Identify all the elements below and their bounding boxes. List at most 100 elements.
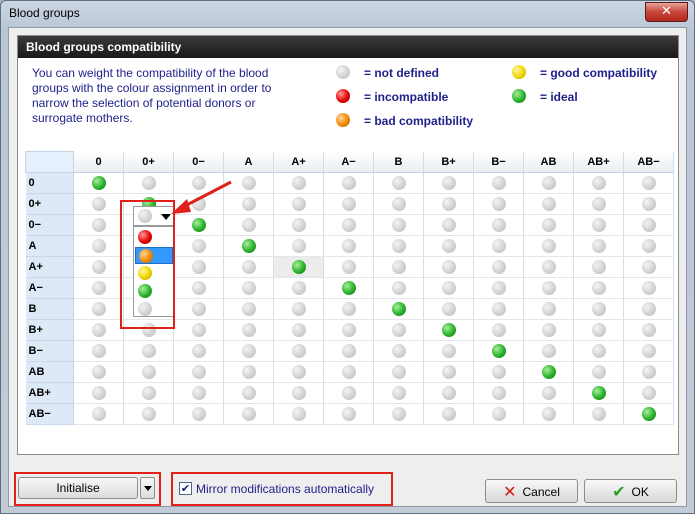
compatibility-cell[interactable] [323, 256, 374, 278]
compatibility-cell[interactable] [623, 340, 674, 362]
compatibility-cell[interactable] [223, 319, 274, 341]
compatibility-cell[interactable] [573, 298, 624, 320]
compatibility-cell[interactable] [373, 277, 424, 299]
compatibility-cell[interactable] [323, 382, 374, 404]
compatibility-cell[interactable] [73, 340, 124, 362]
initialise-dropdown-button[interactable] [140, 477, 155, 499]
compatibility-cell[interactable] [223, 403, 274, 425]
compatibility-cell[interactable] [73, 319, 124, 341]
compatibility-cell[interactable] [523, 298, 574, 320]
compatibility-cell[interactable] [423, 319, 474, 341]
compatibility-cell[interactable] [273, 214, 324, 236]
compatibility-cell[interactable] [473, 277, 524, 299]
compatibility-cell[interactable] [473, 382, 524, 404]
compatibility-cell[interactable] [423, 403, 474, 425]
compatibility-cell[interactable] [273, 319, 324, 341]
compatibility-cell[interactable] [473, 340, 524, 362]
compatibility-cell[interactable] [223, 340, 274, 362]
compatibility-cell[interactable] [173, 277, 224, 299]
compatibility-cell[interactable] [73, 277, 124, 299]
compatibility-cell[interactable] [423, 172, 474, 194]
compatibility-cell[interactable] [223, 235, 274, 257]
compatibility-cell[interactable] [573, 382, 624, 404]
compatibility-cell[interactable] [223, 256, 274, 278]
compatibility-cell[interactable] [73, 214, 124, 236]
compatibility-cell[interactable] [473, 298, 524, 320]
compatibility-cell[interactable] [423, 256, 474, 278]
compatibility-cell[interactable] [373, 382, 424, 404]
compatibility-cell[interactable] [423, 214, 474, 236]
compatibility-cell[interactable] [173, 256, 224, 278]
compatibility-cell[interactable] [273, 277, 324, 299]
compatibility-cell[interactable] [423, 298, 474, 320]
compatibility-cell[interactable] [623, 277, 674, 299]
compatibility-cell[interactable] [573, 340, 624, 362]
mirror-checkbox-row[interactable]: ✔ Mirror modifications automatically [177, 479, 391, 499]
compatibility-cell[interactable] [123, 361, 174, 383]
compatibility-cell[interactable] [323, 235, 374, 257]
compatibility-cell[interactable] [323, 361, 374, 383]
compatibility-cell[interactable] [273, 382, 324, 404]
compatibility-cell[interactable] [323, 172, 374, 194]
cancel-button[interactable]: ✕ Cancel [485, 479, 578, 503]
compatibility-cell[interactable] [223, 361, 274, 383]
compatibility-cell[interactable] [373, 298, 424, 320]
compatibility-cell[interactable] [73, 382, 124, 404]
compatibility-cell[interactable] [273, 256, 324, 278]
compatibility-cell[interactable] [373, 193, 424, 215]
compatibility-cell[interactable] [173, 235, 224, 257]
compatibility-cell[interactable] [173, 340, 224, 362]
compatibility-cell[interactable] [373, 235, 424, 257]
compatibility-cell[interactable] [573, 361, 624, 383]
compatibility-cell[interactable] [573, 214, 624, 236]
compatibility-cell[interactable] [473, 256, 524, 278]
compatibility-cell[interactable] [523, 382, 574, 404]
compatibility-cell[interactable] [323, 193, 374, 215]
compatibility-cell[interactable] [373, 340, 424, 362]
compatibility-cell[interactable] [473, 361, 524, 383]
compatibility-cell[interactable] [73, 256, 124, 278]
compatibility-cell[interactable] [573, 172, 624, 194]
compatibility-cell[interactable] [273, 235, 324, 257]
compatibility-cell[interactable] [123, 172, 174, 194]
compatibility-cell[interactable] [423, 340, 474, 362]
compatibility-cell[interactable] [573, 256, 624, 278]
compatibility-cell[interactable] [73, 298, 124, 320]
compatibility-cell[interactable] [523, 319, 574, 341]
compatibility-cell[interactable] [623, 214, 674, 236]
compatibility-cell[interactable] [573, 235, 624, 257]
compatibility-cell[interactable] [273, 403, 324, 425]
compatibility-cell[interactable] [223, 298, 274, 320]
compatibility-cell[interactable] [473, 214, 524, 236]
compatibility-cell[interactable] [523, 340, 574, 362]
compatibility-cell[interactable] [173, 319, 224, 341]
compatibility-cell[interactable] [523, 277, 574, 299]
compatibility-cell[interactable] [323, 403, 374, 425]
initialise-button[interactable]: Initialise [18, 477, 138, 499]
compatibility-cell[interactable] [623, 298, 674, 320]
compatibility-cell[interactable] [123, 340, 174, 362]
compatibility-cell[interactable] [323, 319, 374, 341]
compatibility-cell[interactable] [73, 235, 124, 257]
compatibility-cell[interactable] [623, 235, 674, 257]
compatibility-cell[interactable] [423, 193, 474, 215]
compatibility-cell[interactable] [173, 298, 224, 320]
compatibility-cell[interactable] [323, 298, 374, 320]
compatibility-cell[interactable] [473, 172, 524, 194]
compatibility-cell[interactable] [73, 361, 124, 383]
compatibility-cell[interactable] [373, 403, 424, 425]
compatibility-cell[interactable] [373, 256, 424, 278]
compatibility-cell[interactable] [473, 403, 524, 425]
compatibility-cell[interactable] [173, 403, 224, 425]
compatibility-cell[interactable] [623, 319, 674, 341]
compatibility-cell[interactable] [423, 277, 474, 299]
compatibility-cell[interactable] [623, 193, 674, 215]
compatibility-cell[interactable] [123, 403, 174, 425]
compatibility-cell[interactable] [523, 256, 574, 278]
compatibility-cell[interactable] [523, 361, 574, 383]
ok-button[interactable]: ✔ OK [584, 479, 677, 503]
compatibility-cell[interactable] [573, 319, 624, 341]
compatibility-cell[interactable] [373, 319, 424, 341]
compatibility-cell[interactable] [573, 277, 624, 299]
compatibility-cell[interactable] [623, 172, 674, 194]
